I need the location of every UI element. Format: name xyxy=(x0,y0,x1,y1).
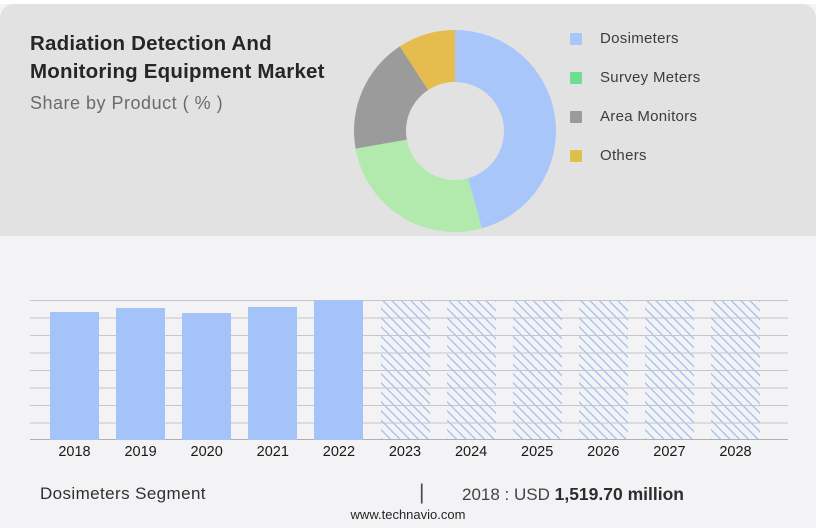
bar-2022 xyxy=(314,300,363,440)
x-axis-label-2028: 2028 xyxy=(719,444,751,460)
legend-swatch-others xyxy=(570,150,582,162)
footer-stat-value: 1,519.70 million xyxy=(555,484,684,504)
legend-label: Dosimeters xyxy=(600,30,679,47)
legend-label: Area Monitors xyxy=(600,108,697,125)
bar-2026 xyxy=(579,300,628,440)
bar-2023 xyxy=(381,300,430,440)
page-title: Radiation Detection And Monitoring Equip… xyxy=(30,30,360,114)
bar-2027 xyxy=(645,300,694,440)
x-axis-label-2024: 2024 xyxy=(455,444,487,460)
footer-segment-label: Dosimeters Segment xyxy=(40,484,206,504)
donut-chart xyxy=(353,29,557,233)
legend-item-survey-meters: Survey Meters xyxy=(570,58,701,97)
bar-2021 xyxy=(248,307,297,440)
footer-stat: 2018 : USD 1,519.70 million xyxy=(462,484,684,505)
bar-2028 xyxy=(711,300,760,440)
bar-2020 xyxy=(182,313,231,440)
legend-label: Others xyxy=(600,147,647,164)
legend: Dosimeters Survey Meters Area Monitors O… xyxy=(570,19,701,175)
x-axis-label-2020: 2020 xyxy=(191,444,223,460)
bar-2025 xyxy=(513,300,562,440)
bar-2024 xyxy=(447,300,496,440)
website-link[interactable]: www.technavio.com xyxy=(0,507,816,522)
x-axis-label-2027: 2027 xyxy=(653,444,685,460)
header-section: Radiation Detection And Monitoring Equip… xyxy=(0,4,816,236)
title-line-2: Monitoring Equipment Market xyxy=(30,58,360,86)
x-axis-label-2021: 2021 xyxy=(257,444,289,460)
legend-swatch-survey-meters xyxy=(570,72,582,84)
legend-item-dosimeters: Dosimeters xyxy=(570,19,701,58)
legend-swatch-dosimeters xyxy=(570,33,582,45)
x-axis-labels: 2018 2019 2020 2021 2022 2023 2024 2025 2026 2027… xyxy=(30,444,788,464)
bar-2019 xyxy=(116,308,165,440)
infographic-page: Radiation Detection And Monitoring Equip… xyxy=(0,0,816,528)
legend-item-area-monitors: Area Monitors xyxy=(570,97,701,136)
x-axis-label-2025: 2025 xyxy=(521,444,553,460)
x-axis-label-2019: 2019 xyxy=(124,444,156,460)
legend-item-others: Others xyxy=(570,136,701,175)
x-axis-label-2023: 2023 xyxy=(389,444,421,460)
title-line-1: Radiation Detection And xyxy=(30,30,360,58)
x-axis-label-2026: 2026 xyxy=(587,444,619,460)
legend-swatch-area-monitors xyxy=(570,111,582,123)
donut-slice-survey-meters xyxy=(356,140,482,232)
footer-separator: | xyxy=(419,481,424,505)
legend-label: Survey Meters xyxy=(600,69,701,86)
bar-chart xyxy=(30,300,788,441)
donut-chart-svg xyxy=(353,29,557,233)
footer-stat-prefix: 2018 : USD xyxy=(462,485,555,504)
x-axis-label-2018: 2018 xyxy=(58,444,90,460)
bar-2018 xyxy=(50,312,99,440)
page-subtitle: Share by Product ( % ) xyxy=(30,93,360,114)
x-axis-label-2022: 2022 xyxy=(323,444,355,460)
